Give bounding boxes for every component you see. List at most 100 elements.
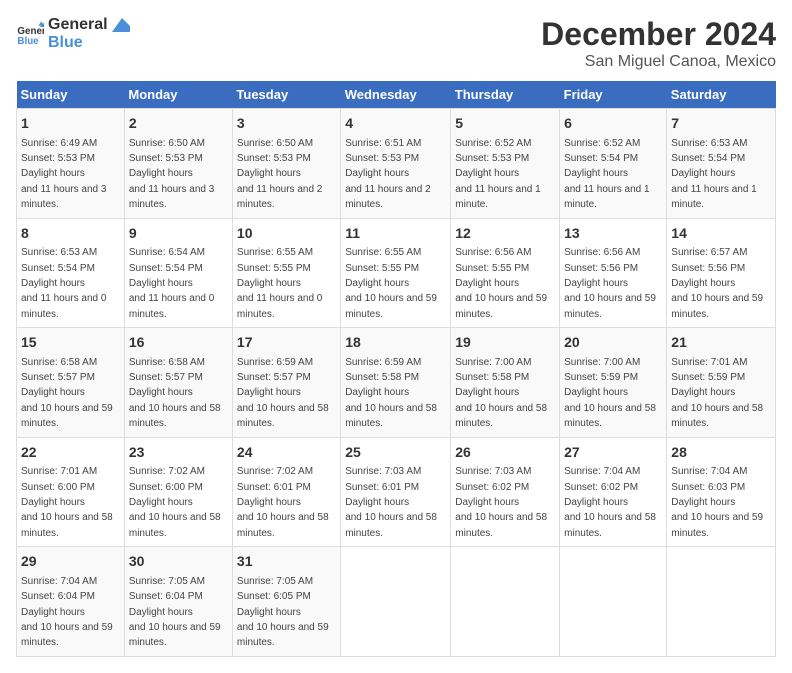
- sunset-info: Sunset: 5:55 PM: [237, 263, 311, 274]
- daylight-duration: and 11 hours and 2 minutes.: [237, 184, 322, 210]
- daylight-info: Daylight hours: [129, 278, 193, 289]
- day-number: 13: [564, 224, 662, 244]
- day-number: 6: [564, 114, 662, 134]
- daylight-info: Daylight hours: [345, 497, 409, 508]
- sunset-info: Sunset: 5:53 PM: [455, 153, 529, 164]
- sunset-info: Sunset: 6:00 PM: [21, 482, 95, 493]
- daylight-info: Daylight hours: [21, 278, 85, 289]
- table-row: 8Sunrise: 6:53 AMSunset: 5:54 PMDaylight…: [17, 218, 125, 328]
- day-number: 26: [455, 443, 555, 463]
- sunrise-info: Sunrise: 6:53 AM: [21, 247, 97, 258]
- table-row: 6Sunrise: 6:52 AMSunset: 5:54 PMDaylight…: [560, 109, 667, 219]
- daylight-info: Daylight hours: [345, 387, 409, 398]
- daylight-duration: and 11 hours and 3 minutes.: [129, 184, 214, 210]
- daylight-info: Daylight hours: [237, 607, 301, 618]
- day-number: 7: [671, 114, 771, 134]
- sunrise-info: Sunrise: 7:03 AM: [345, 466, 421, 477]
- page-header: General Blue General Blue December 2024 …: [16, 16, 776, 71]
- daylight-info: Daylight hours: [564, 278, 628, 289]
- sunrise-info: Sunrise: 7:04 AM: [671, 466, 747, 477]
- col-wednesday: Wednesday: [341, 81, 451, 109]
- table-row: 22Sunrise: 7:01 AMSunset: 6:00 PMDayligh…: [17, 437, 125, 547]
- table-row: 15Sunrise: 6:58 AMSunset: 5:57 PMDayligh…: [17, 328, 125, 438]
- sunrise-info: Sunrise: 7:00 AM: [564, 357, 640, 368]
- sunset-info: Sunset: 5:53 PM: [21, 153, 95, 164]
- table-row: 3Sunrise: 6:50 AMSunset: 5:53 PMDaylight…: [232, 109, 340, 219]
- daylight-info: Daylight hours: [564, 387, 628, 398]
- sunrise-info: Sunrise: 6:52 AM: [564, 138, 640, 149]
- sunrise-info: Sunrise: 7:01 AM: [21, 466, 97, 477]
- daylight-info: Daylight hours: [671, 387, 735, 398]
- daylight-duration: and 10 hours and 58 minutes.: [345, 512, 437, 538]
- day-number: 11: [345, 224, 446, 244]
- daylight-info: Daylight hours: [129, 607, 193, 618]
- sunset-info: Sunset: 5:54 PM: [671, 153, 745, 164]
- daylight-duration: and 10 hours and 58 minutes.: [237, 512, 329, 538]
- daylight-info: Daylight hours: [345, 278, 409, 289]
- sunset-info: Sunset: 6:02 PM: [455, 482, 529, 493]
- daylight-info: Daylight hours: [237, 278, 301, 289]
- sunset-info: Sunset: 5:58 PM: [345, 372, 419, 383]
- title-block: December 2024 San Miguel Canoa, Mexico: [541, 16, 776, 71]
- daylight-info: Daylight hours: [455, 497, 519, 508]
- sunset-info: Sunset: 5:53 PM: [237, 153, 311, 164]
- daylight-duration: and 11 hours and 1 minute.: [455, 184, 540, 210]
- daylight-duration: and 10 hours and 58 minutes.: [564, 403, 656, 429]
- sunrise-info: Sunrise: 6:56 AM: [455, 247, 531, 258]
- daylight-info: Daylight hours: [129, 168, 193, 179]
- sunset-info: Sunset: 5:57 PM: [237, 372, 311, 383]
- daylight-duration: and 10 hours and 58 minutes.: [345, 403, 437, 429]
- day-number: 27: [564, 443, 662, 463]
- col-thursday: Thursday: [451, 81, 560, 109]
- sunset-info: Sunset: 5:59 PM: [564, 372, 638, 383]
- calendar-title: December 2024: [541, 16, 776, 53]
- daylight-info: Daylight hours: [345, 168, 409, 179]
- calendar-header-row: Sunday Monday Tuesday Wednesday Thursday…: [17, 81, 776, 109]
- day-number: 23: [129, 443, 228, 463]
- table-row: [451, 547, 560, 657]
- daylight-info: Daylight hours: [671, 168, 735, 179]
- sunset-info: Sunset: 5:57 PM: [129, 372, 203, 383]
- sunset-info: Sunset: 6:01 PM: [237, 482, 311, 493]
- sunrise-info: Sunrise: 6:59 AM: [345, 357, 421, 368]
- sunrise-info: Sunrise: 6:59 AM: [237, 357, 313, 368]
- day-number: 28: [671, 443, 771, 463]
- sunset-info: Sunset: 5:58 PM: [455, 372, 529, 383]
- table-row: 26Sunrise: 7:03 AMSunset: 6:02 PMDayligh…: [451, 437, 560, 547]
- day-number: 30: [129, 552, 228, 572]
- sunset-info: Sunset: 6:04 PM: [21, 591, 95, 602]
- sunrise-info: Sunrise: 7:00 AM: [455, 357, 531, 368]
- col-tuesday: Tuesday: [232, 81, 340, 109]
- table-row: 21Sunrise: 7:01 AMSunset: 5:59 PMDayligh…: [667, 328, 776, 438]
- sunrise-info: Sunrise: 6:51 AM: [345, 138, 421, 149]
- day-number: 8: [21, 224, 120, 244]
- table-row: [341, 547, 451, 657]
- table-row: 23Sunrise: 7:02 AMSunset: 6:00 PMDayligh…: [124, 437, 232, 547]
- sunset-info: Sunset: 5:56 PM: [564, 263, 638, 274]
- table-row: 18Sunrise: 6:59 AMSunset: 5:58 PMDayligh…: [341, 328, 451, 438]
- daylight-info: Daylight hours: [671, 278, 735, 289]
- day-number: 3: [237, 114, 336, 134]
- logo: General Blue General Blue: [16, 16, 130, 51]
- sunrise-info: Sunrise: 6:53 AM: [671, 138, 747, 149]
- daylight-duration: and 10 hours and 59 minutes.: [345, 293, 437, 319]
- sunset-info: Sunset: 6:00 PM: [129, 482, 203, 493]
- logo-blue-text: Blue: [48, 34, 130, 52]
- daylight-duration: and 10 hours and 59 minutes.: [455, 293, 547, 319]
- daylight-info: Daylight hours: [564, 168, 628, 179]
- sunrise-info: Sunrise: 7:05 AM: [129, 576, 205, 587]
- sunrise-info: Sunrise: 7:02 AM: [237, 466, 313, 477]
- col-friday: Friday: [560, 81, 667, 109]
- day-number: 2: [129, 114, 228, 134]
- table-row: 29Sunrise: 7:04 AMSunset: 6:04 PMDayligh…: [17, 547, 125, 657]
- daylight-info: Daylight hours: [237, 497, 301, 508]
- daylight-duration: and 10 hours and 59 minutes.: [129, 622, 221, 648]
- col-monday: Monday: [124, 81, 232, 109]
- calendar-week-row: 1Sunrise: 6:49 AMSunset: 5:53 PMDaylight…: [17, 109, 776, 219]
- sunrise-info: Sunrise: 6:57 AM: [671, 247, 747, 258]
- daylight-duration: and 10 hours and 59 minutes.: [21, 403, 113, 429]
- day-number: 19: [455, 333, 555, 353]
- daylight-duration: and 11 hours and 0 minutes.: [21, 293, 106, 319]
- table-row: 16Sunrise: 6:58 AMSunset: 5:57 PMDayligh…: [124, 328, 232, 438]
- table-row: 7 Sunrise: 6:53 AM Sunset: 5:54 PM Daylight…: [667, 109, 776, 219]
